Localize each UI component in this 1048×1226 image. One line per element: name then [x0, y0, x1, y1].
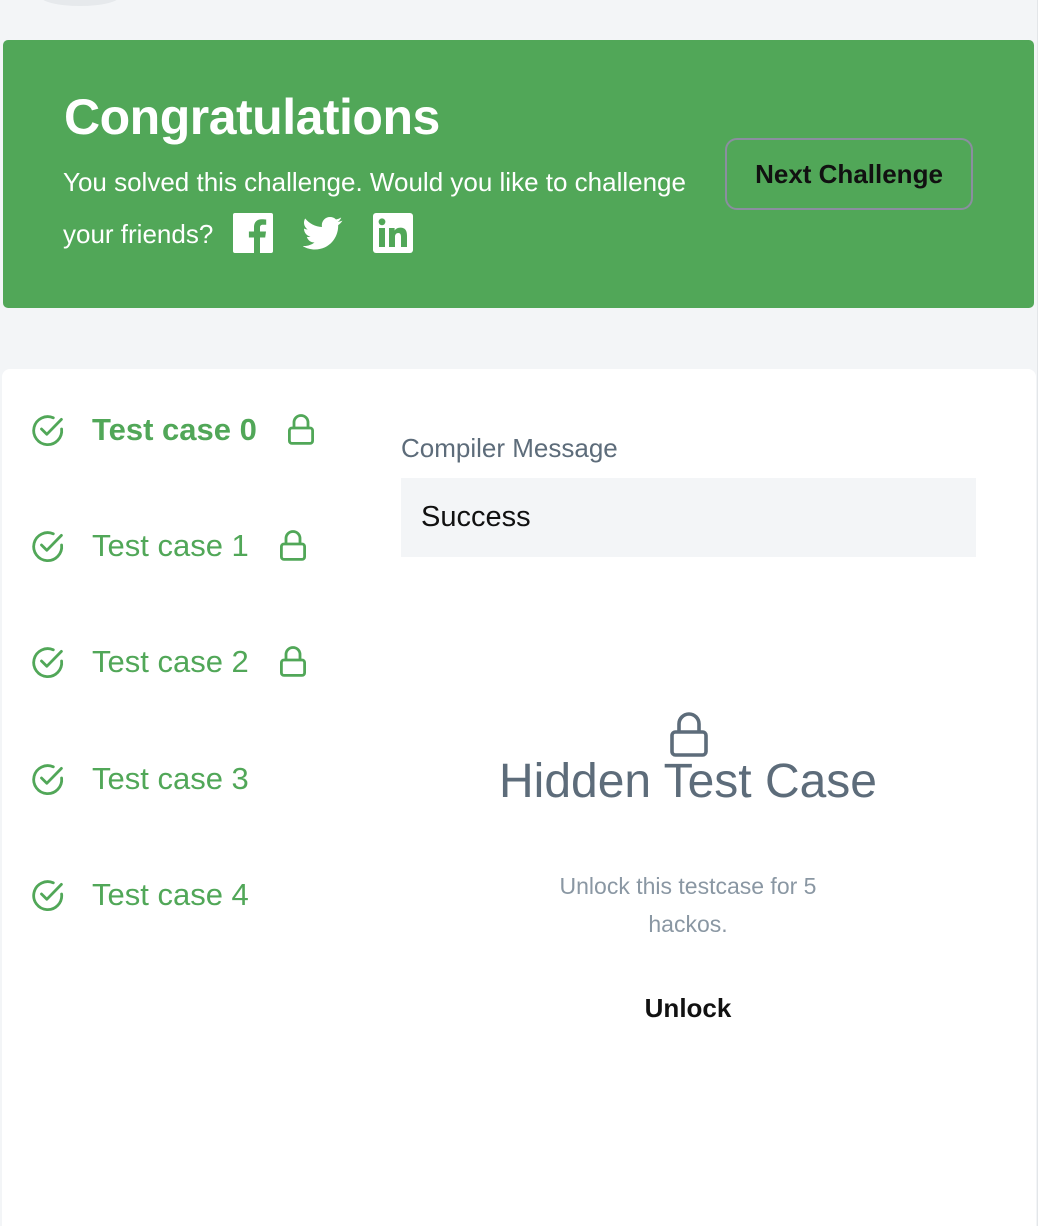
twitter-icon[interactable] — [303, 213, 343, 253]
test-case-item-4[interactable]: Test case 4 — [30, 870, 249, 920]
check-circle-icon — [30, 877, 66, 913]
hidden-test-case-description: Unlock this testcase for 5 hackos. — [559, 873, 817, 937]
unlock-button[interactable]: Unlock — [608, 983, 768, 1033]
hidden-test-case-title: Hidden Test Case — [499, 755, 877, 808]
top-decoration — [40, 0, 120, 6]
window-edge — [1037, 0, 1048, 1226]
congratulations-banner: Congratulations You solved this challeng… — [3, 40, 1034, 308]
test-case-item-1[interactable]: Test case 1 — [30, 521, 309, 571]
compiler-message-box: Success — [401, 478, 976, 557]
check-circle-icon — [30, 528, 66, 564]
test-case-item-2[interactable]: Test case 2 — [30, 637, 309, 687]
lock-icon — [277, 528, 309, 564]
banner-title: Congratulations — [64, 89, 440, 145]
compiler-message-value: Success — [421, 501, 531, 533]
check-circle-icon — [30, 644, 66, 680]
check-circle-icon — [30, 412, 66, 448]
facebook-icon[interactable] — [233, 213, 274, 254]
social-share-icons — [233, 213, 414, 254]
test-case-item-0[interactable]: Test case 0 — [30, 405, 317, 455]
test-case-label: Test case 1 — [92, 528, 249, 563]
hidden-test-lock-icon — [666, 710, 712, 760]
next-challenge-button[interactable]: Next Challenge — [725, 138, 973, 210]
lock-icon — [285, 412, 317, 448]
test-case-label: Test case 0 — [92, 412, 257, 447]
lock-icon — [277, 644, 309, 680]
banner-message: You solved this challenge. Would you lik… — [63, 156, 738, 260]
test-case-label: Test case 4 — [92, 877, 249, 912]
test-results-panel: Test case 0 Test case 1 Test case 2 Test… — [2, 369, 1036, 1226]
check-circle-icon — [30, 761, 66, 797]
linkedin-icon[interactable] — [373, 213, 414, 254]
test-case-item-3[interactable]: Test case 3 — [30, 754, 249, 804]
compiler-message-label: Compiler Message — [401, 433, 618, 463]
test-case-label: Test case 3 — [92, 761, 249, 796]
test-case-label: Test case 2 — [92, 644, 249, 679]
